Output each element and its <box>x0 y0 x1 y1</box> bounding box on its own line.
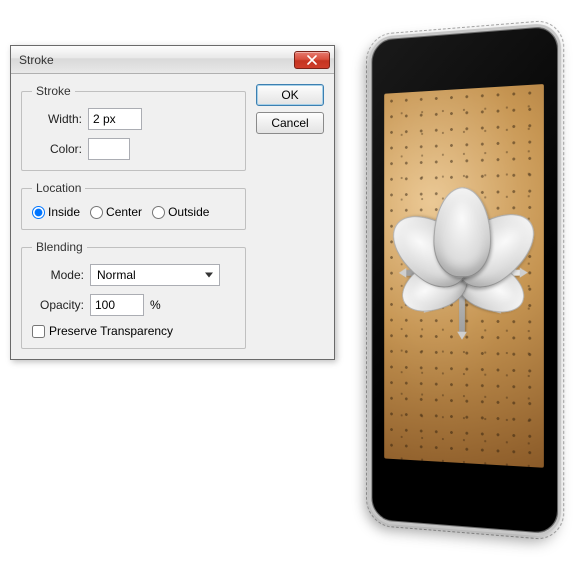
radio-center-label: Center <box>106 205 142 219</box>
radio-outside-label: Outside <box>168 205 209 219</box>
left-column: Stroke Width: Color: Location Inside <box>21 84 246 349</box>
ornament-icon <box>396 191 531 355</box>
radio-center-input[interactable] <box>90 206 103 219</box>
preserve-label: Preserve Transparency <box>49 324 173 338</box>
radio-outside-input[interactable] <box>152 206 165 219</box>
preserve-checkbox-input[interactable] <box>32 325 45 338</box>
close-button[interactable] <box>294 51 330 69</box>
mode-value: Normal <box>97 268 136 282</box>
right-column: OK Cancel <box>256 84 324 349</box>
blending-group: Blending Mode: Normal Opacity: % <box>21 240 246 349</box>
radio-inside-input[interactable] <box>32 206 45 219</box>
width-label: Width: <box>32 112 82 126</box>
opacity-label: Opacity: <box>32 298 84 312</box>
stroke-dialog: Stroke Stroke Width: Color: Location <box>10 45 335 360</box>
device-body <box>369 22 561 538</box>
selection-outline <box>366 19 564 541</box>
caret-down-icon <box>205 273 213 278</box>
stroke-group: Stroke Width: Color: <box>21 84 246 171</box>
color-label: Color: <box>32 142 82 156</box>
width-input[interactable] <box>88 108 142 130</box>
ok-button[interactable]: OK <box>256 84 324 106</box>
close-icon <box>307 55 317 65</box>
cancel-button[interactable]: Cancel <box>256 112 324 134</box>
opacity-input[interactable] <box>90 294 144 316</box>
mode-label: Mode: <box>32 268 84 282</box>
titlebar[interactable]: Stroke <box>11 46 334 74</box>
screen-pattern <box>384 84 544 468</box>
radio-inside-label: Inside <box>48 205 80 219</box>
color-swatch[interactable] <box>88 138 130 160</box>
dialog-body: Stroke Width: Color: Location Inside <box>11 74 334 359</box>
location-center-radio[interactable]: Center <box>90 205 142 219</box>
location-group: Location Inside Center Outside <box>21 181 246 230</box>
device-mockup <box>344 20 576 550</box>
location-legend: Location <box>32 181 85 195</box>
device <box>369 22 561 538</box>
location-inside-radio[interactable]: Inside <box>32 205 80 219</box>
preserve-transparency-check[interactable]: Preserve Transparency <box>32 324 173 338</box>
device-screen <box>384 84 544 468</box>
location-outside-radio[interactable]: Outside <box>152 205 209 219</box>
opacity-suffix: % <box>150 298 161 312</box>
dialog-title: Stroke <box>19 53 294 67</box>
mode-select[interactable]: Normal <box>90 264 220 286</box>
blending-legend: Blending <box>32 240 87 254</box>
stroke-legend: Stroke <box>32 84 75 98</box>
